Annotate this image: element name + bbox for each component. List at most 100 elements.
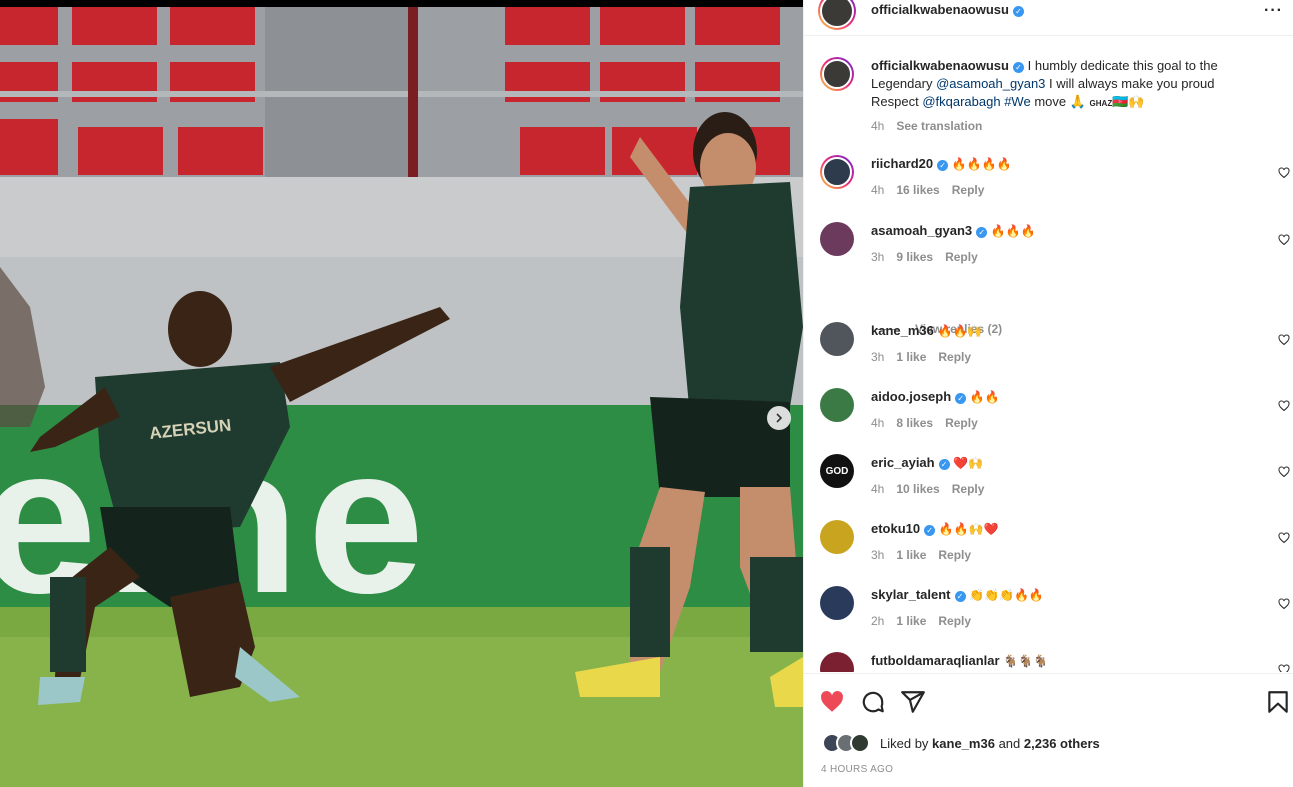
comment-username[interactable]: kane_m36	[871, 323, 934, 338]
comment-time: 3h	[871, 250, 885, 264]
comment-body: 🔥🔥🙌❤️	[938, 522, 999, 536]
caption-meta: 4h See translation	[871, 119, 994, 133]
comment-likes[interactable]: 10 likes	[896, 482, 939, 496]
caption-time: 4h	[871, 119, 885, 133]
comment-meta: 2h 1 like Reply	[871, 614, 983, 628]
see-translation-link[interactable]: See translation	[896, 119, 982, 133]
comment-username[interactable]: eric_ayiah	[871, 455, 935, 470]
verified-badge-icon: ✓	[1012, 62, 1024, 73]
comments-list: officialkwabenaowusu ✓ I humbly dedicate …	[804, 37, 1293, 672]
comment-body: 👏👏👏🔥🔥	[969, 588, 1044, 602]
comment-meta: 3h 9 likes Reply	[871, 250, 990, 264]
commenter-avatar[interactable]	[820, 652, 854, 672]
commenter-avatar[interactable]	[820, 586, 854, 620]
post-actions: Liked by kane_m36 and 2,236 others 4 HOU…	[804, 673, 1293, 787]
reply-button[interactable]: Reply	[945, 416, 978, 430]
bookmark-icon[interactable]	[1265, 689, 1291, 715]
heart-outline-icon[interactable]	[1278, 598, 1290, 610]
comment-body: 🔥🔥	[969, 390, 1000, 404]
comment-body: 🔥🔥🔥	[990, 224, 1036, 238]
reply-button[interactable]: Reply	[952, 183, 985, 197]
comment-body: 🐐🐐🐐	[1003, 654, 1049, 668]
instagram-post-view: eine AZERSUN	[0, 0, 1293, 787]
comment-username[interactable]: etoku10	[871, 521, 920, 536]
stadium-scene: eine AZERSUN	[0, 7, 803, 787]
comment-username[interactable]: skylar_talent	[871, 587, 951, 602]
comment-meta: 4h 8 likes Reply	[871, 416, 990, 430]
comment-time: 4h	[871, 416, 885, 430]
commenter-avatar[interactable]	[820, 322, 854, 356]
verified-badge-icon: ✓	[924, 525, 936, 536]
share-icon[interactable]	[900, 689, 926, 715]
commenter-avatar[interactable]	[820, 520, 854, 554]
comment-text: futboldamaraqlianlar 🐐🐐🐐	[871, 652, 1261, 670]
commenter-avatar[interactable]	[820, 155, 854, 189]
caption-line-2: I will always make you proud	[1049, 76, 1215, 91]
heart-outline-icon[interactable]	[1278, 532, 1290, 544]
verified-badge-icon: ✓	[937, 160, 949, 171]
comment-body: 🔥🔥🔥🔥	[951, 157, 1012, 171]
caption-move: move 🙏	[1034, 94, 1086, 109]
comment-likes[interactable]: 1 like	[896, 548, 926, 562]
comment-meta: 3h 1 like Reply	[871, 548, 983, 562]
likes-prefix: Liked by	[880, 735, 929, 751]
liker-avatar	[850, 733, 870, 753]
heart-outline-icon[interactable]	[1278, 664, 1290, 672]
comment-text: asamoah_gyan3 ✓ 🔥🔥🔥	[871, 222, 1261, 240]
reply-button[interactable]: Reply	[952, 482, 985, 496]
comment-text: riichard20 ✓ 🔥🔥🔥🔥	[871, 155, 1261, 173]
comment-text: eric_ayiah ✓ ❤️🙌	[871, 454, 1261, 472]
comment-likes[interactable]: 8 likes	[896, 416, 933, 430]
commenter-avatar[interactable]	[820, 388, 854, 422]
verified-badge-icon: ✓	[954, 591, 966, 602]
author-avatar[interactable]	[818, 0, 856, 30]
commenter-avatar[interactable]	[820, 222, 854, 256]
commenter-avatar[interactable]: GOD	[820, 454, 854, 488]
caption-author-avatar[interactable]	[820, 57, 854, 91]
author-username[interactable]: officialkwabenaowusu	[871, 2, 1009, 17]
comment-username[interactable]: asamoah_gyan3	[871, 223, 972, 238]
post-header: officialkwabenaowusu ✓ ···	[804, 0, 1293, 36]
caption-emoji: 🇦🇿🙌	[1112, 94, 1145, 109]
mention-fkqarabagh[interactable]: @fkqarabagh	[922, 94, 1000, 109]
verified-badge-icon: ✓	[955, 393, 967, 404]
reply-button[interactable]: Reply	[938, 548, 971, 562]
comment-username[interactable]: aidoo.joseph	[871, 389, 951, 404]
comment-icon[interactable]	[860, 689, 886, 715]
comment-meta: 4h 10 likes Reply	[871, 482, 996, 496]
reply-button[interactable]: Reply	[938, 350, 971, 364]
likes-joiner: and	[998, 735, 1021, 751]
mention-asamoah[interactable]: @asamoah_gyan3	[936, 76, 1045, 91]
liker-username[interactable]: kane_m36	[932, 736, 995, 751]
heart-outline-icon[interactable]	[1278, 400, 1290, 412]
reply-button[interactable]: Reply	[945, 250, 978, 264]
reply-button[interactable]: Reply	[938, 614, 971, 628]
post-timestamp[interactable]: 4 HOURS AGO	[821, 764, 893, 775]
comment-meta: 3h 1 like Reply	[871, 350, 983, 364]
heart-outline-icon[interactable]	[1278, 167, 1290, 179]
likes-others-link[interactable]: 2,236 others	[1024, 736, 1100, 751]
caption-text: officialkwabenaowusu ✓ I humbly dedicate …	[871, 57, 1261, 113]
comment-likes[interactable]: 1 like	[896, 350, 926, 364]
chevron-right-icon	[776, 413, 783, 423]
comment-likes[interactable]: 9 likes	[896, 250, 933, 264]
comment-likes[interactable]: 16 likes	[896, 183, 939, 197]
comment-likes[interactable]: 1 like	[896, 614, 926, 628]
heart-outline-icon[interactable]	[1278, 466, 1290, 478]
caption-author-username[interactable]: officialkwabenaowusu	[871, 58, 1009, 73]
avatar-label: GOD	[825, 465, 849, 477]
comment-username[interactable]: riichard20	[871, 156, 933, 171]
heart-filled-icon[interactable]	[819, 689, 845, 715]
caption-line-1: I humbly dedicate this goal to the	[1027, 58, 1218, 73]
heart-outline-icon[interactable]	[1278, 334, 1290, 346]
comment-time: 2h	[871, 614, 885, 628]
comment-body: 🔥🔥🙌	[937, 324, 983, 338]
likes-summary: Liked by kane_m36 and 2,236 others	[822, 732, 1100, 754]
comment-text: kane_m36 🔥🔥🙌	[871, 322, 1261, 340]
heart-outline-icon[interactable]	[1278, 234, 1290, 246]
post-photo: eine AZERSUN	[0, 7, 803, 787]
more-options-icon[interactable]: ···	[1264, 2, 1283, 20]
hashtag-we[interactable]: #We	[1004, 94, 1031, 109]
comment-username[interactable]: futboldamaraqlianlar	[871, 653, 1000, 668]
next-photo-button[interactable]	[767, 406, 791, 430]
